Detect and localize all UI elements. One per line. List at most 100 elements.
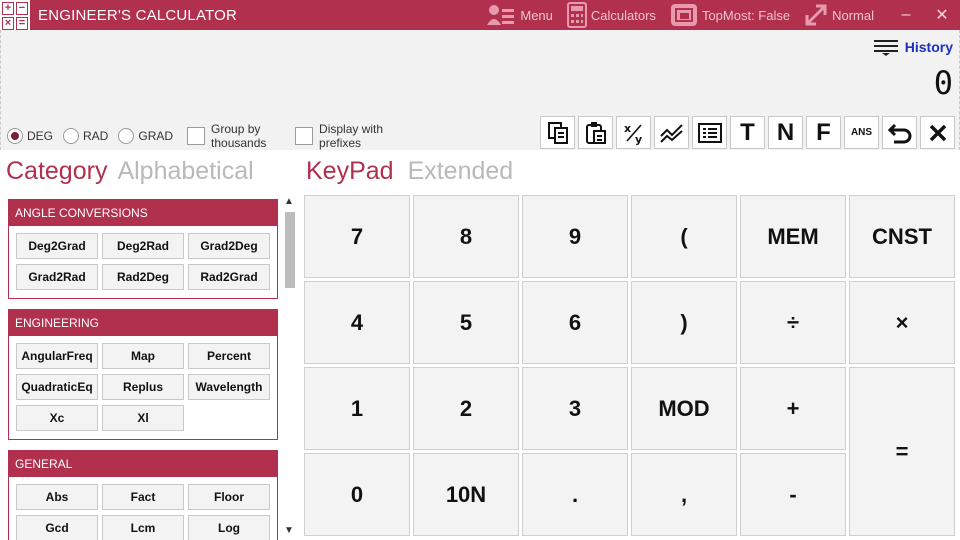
key-multiply[interactable]: ×	[849, 281, 955, 364]
key-equals[interactable]: =	[849, 367, 955, 536]
function-button[interactable]: Gcd	[16, 515, 98, 540]
function-button[interactable]: Fact	[102, 484, 184, 510]
close-x-icon	[929, 124, 946, 141]
key-2[interactable]: 2	[413, 367, 519, 450]
key-8[interactable]: 8	[413, 195, 519, 278]
clear-button[interactable]	[920, 116, 955, 149]
history-list-icon	[873, 40, 898, 56]
group-thousands-box	[187, 127, 206, 145]
undo-arrow-icon	[887, 123, 911, 143]
resize-arrows-icon	[805, 4, 827, 26]
function-button[interactable]: QuadraticEq	[16, 374, 98, 400]
tab-alphabetical[interactable]: Alphabetical	[117, 157, 253, 186]
function-category-list: ANGLE CONVERSIONS Deg2Grad Deg2Rad Grad2…	[0, 196, 282, 540]
function-button[interactable]: Lcm	[102, 515, 184, 540]
tab-keypad[interactable]: KeyPad	[306, 157, 394, 186]
display-prefixes-checkbox[interactable]: Display with prefixes	[295, 122, 389, 150]
grad-radio-dot	[118, 128, 135, 144]
group-engineering: ENGINEERING AngularFreq Map Percent Quad…	[8, 309, 278, 440]
key-open-paren[interactable]: (	[631, 195, 737, 278]
group-general: GENERAL Abs Fact Floor Gcd Lcm Log	[8, 450, 278, 540]
title-bar: + − × = ENGINEER'S CALCULATOR Menu Calculat…	[0, 0, 960, 30]
function-button[interactable]: Grad2Deg	[188, 233, 270, 259]
display-panel: History 0 DEG RAD GRAD Group by thousand…	[0, 30, 960, 150]
close-button[interactable]: ✕	[924, 0, 960, 30]
result-display: 0	[933, 64, 953, 102]
menu-button[interactable]: Menu	[486, 3, 553, 27]
topmost-toggle[interactable]: TopMost: False	[670, 3, 790, 27]
group-header: ANGLE CONVERSIONS	[9, 200, 277, 226]
key-9[interactable]: 9	[522, 195, 628, 278]
toolbar: xy T N F ANS	[540, 116, 955, 149]
function-button[interactable]: AngularFreq	[16, 343, 98, 369]
key-cnst[interactable]: CNST	[849, 195, 955, 278]
key-10n[interactable]: 10N	[413, 453, 519, 536]
key-minus[interactable]: -	[740, 453, 846, 536]
normal-size-button[interactable]: Normal	[804, 3, 874, 27]
group-thousands-label: Group by thousands	[211, 122, 267, 150]
function-button[interactable]: Abs	[16, 484, 98, 510]
f-button[interactable]: F	[806, 116, 841, 149]
key-mem[interactable]: MEM	[740, 195, 846, 278]
function-button[interactable]: Rad2Deg	[102, 264, 184, 290]
svg-text:y: y	[635, 133, 642, 145]
t-button[interactable]: T	[730, 116, 765, 149]
function-button[interactable]: Floor	[188, 484, 270, 510]
ans-button[interactable]: ANS	[844, 116, 879, 149]
key-0[interactable]: 0	[304, 453, 410, 536]
scroll-up-arrow-icon[interactable]: ▲	[284, 196, 294, 207]
paste-button[interactable]	[578, 116, 613, 149]
display-prefixes-label: Display with prefixes	[319, 122, 384, 150]
function-button[interactable]: Percent	[188, 343, 270, 369]
key-divide[interactable]: ÷	[740, 281, 846, 364]
key-1[interactable]: 1	[304, 367, 410, 450]
notes-button[interactable]	[692, 116, 727, 149]
swap-xy-icon: xy	[624, 122, 642, 145]
function-button[interactable]: Map	[102, 343, 184, 369]
tab-extended[interactable]: Extended	[408, 157, 514, 186]
function-tabs: Category Alphabetical	[6, 157, 254, 186]
function-button[interactable]: Xl	[102, 405, 184, 431]
key-close-paren[interactable]: )	[631, 281, 737, 364]
normal-label: Normal	[832, 7, 874, 23]
tab-category[interactable]: Category	[6, 157, 107, 186]
function-button[interactable]: Deg2Grad	[16, 233, 98, 259]
topmost-label: TopMost: False	[701, 7, 791, 23]
function-button[interactable]: Grad2Rad	[16, 264, 98, 290]
deg-radio[interactable]: DEG	[7, 128, 53, 144]
key-comma[interactable]: ,	[631, 453, 737, 536]
key-5[interactable]: 5	[413, 281, 519, 364]
scroll-down-arrow-icon[interactable]: ▼	[284, 525, 294, 536]
key-7[interactable]: 7	[304, 195, 410, 278]
key-mod[interactable]: MOD	[631, 367, 737, 450]
key-3[interactable]: 3	[522, 367, 628, 450]
category-scrollbar[interactable]: ▲ ▼	[282, 196, 296, 536]
grad-radio[interactable]: GRAD	[118, 128, 173, 144]
key-plus[interactable]: +	[740, 367, 846, 450]
function-button[interactable]: Log	[188, 515, 270, 540]
function-button[interactable]: Xc	[16, 405, 98, 431]
group-header: GENERAL	[9, 451, 277, 477]
svg-text:x: x	[624, 122, 631, 135]
function-button[interactable]: Deg2Rad	[102, 233, 184, 259]
swap-xy-button[interactable]: xy	[616, 116, 651, 149]
grad-label: GRAD	[138, 129, 174, 143]
function-button[interactable]: Replus	[102, 374, 184, 400]
group-thousands-checkbox[interactable]: Group by thousands	[187, 122, 281, 150]
scroll-thumb[interactable]	[285, 212, 295, 288]
calculators-button[interactable]: Calculators	[566, 2, 656, 28]
function-button[interactable]: Rad2Grad	[188, 264, 270, 290]
key-decimal[interactable]: .	[522, 453, 628, 536]
minimize-button[interactable]: –	[888, 0, 924, 30]
key-4[interactable]: 4	[304, 281, 410, 364]
plot-button[interactable]	[654, 116, 689, 149]
key-6[interactable]: 6	[522, 281, 628, 364]
function-button[interactable]: Wavelength	[188, 374, 270, 400]
rad-radio[interactable]: RAD	[63, 128, 108, 144]
copy-button[interactable]	[540, 116, 575, 149]
history-button[interactable]: History	[873, 38, 953, 56]
undo-button[interactable]	[882, 116, 917, 149]
angle-mode-group: DEG RAD GRAD Group by thousands Display …	[7, 122, 389, 150]
window-title: ENGINEER'S CALCULATOR	[38, 6, 238, 24]
n-button[interactable]: N	[768, 116, 803, 149]
